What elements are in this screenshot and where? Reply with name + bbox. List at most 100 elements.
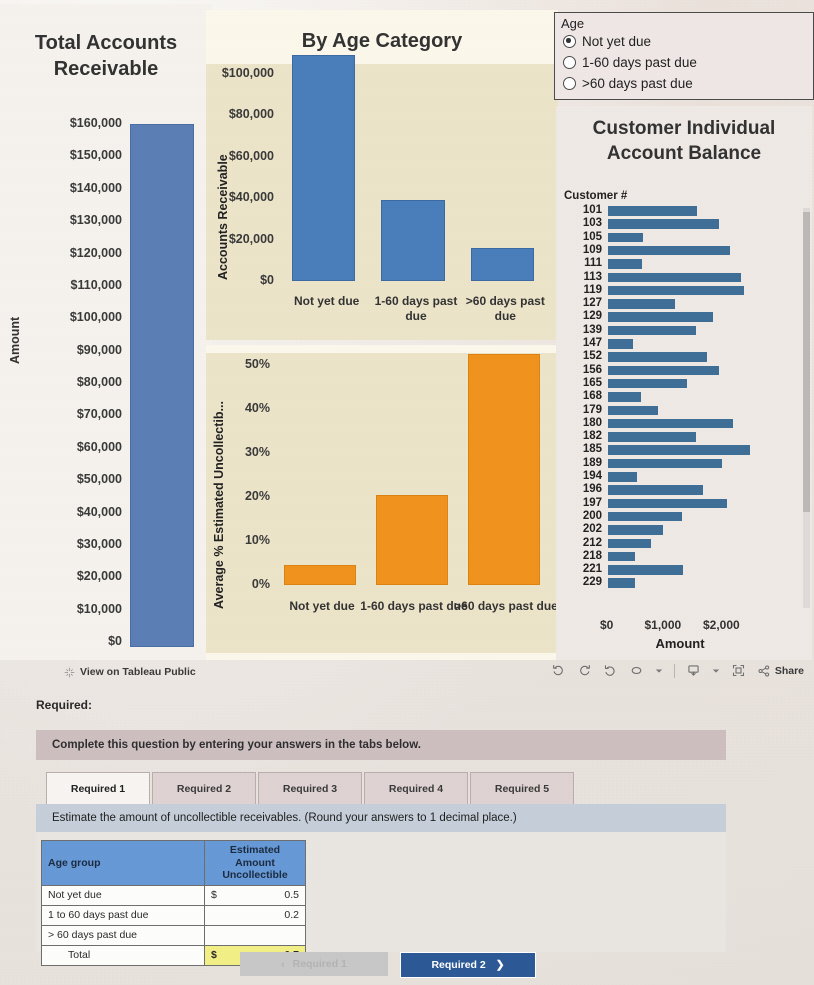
tab-required-2[interactable]: Required 2 (152, 772, 256, 804)
revert-icon[interactable] (603, 663, 618, 678)
customer-bar-row[interactable]: 101 (556, 204, 804, 217)
customer-bar-row[interactable]: 229 (556, 576, 804, 589)
customer-balance-bar[interactable] (608, 232, 643, 243)
customer-balance-bar[interactable] (608, 511, 682, 522)
age-bar[interactable] (292, 55, 356, 281)
estimated-amount-cell[interactable] (204, 924, 306, 946)
customer-balance-bar[interactable] (608, 485, 703, 495)
question-instruction-text: Estimate the amount of uncollectible rec… (52, 812, 517, 824)
customer-bar-row[interactable]: 127 (556, 297, 804, 310)
customer-balance-bar[interactable] (608, 565, 683, 575)
customer-bar-row[interactable]: 179 (556, 404, 804, 417)
radio-button-icon[interactable] (563, 56, 576, 69)
age-filter-option[interactable]: >60 days past due (563, 74, 693, 93)
customer-balance-bar[interactable] (608, 432, 696, 442)
estimated-amount-cell[interactable]: $0.5 (204, 884, 306, 906)
customer-bar-row[interactable]: 147 (556, 337, 804, 350)
undo-icon[interactable] (551, 663, 566, 678)
customer-bar-row[interactable]: 156 (556, 364, 804, 377)
answer-area: Age group Estimated Amount Uncollectible… (36, 832, 726, 966)
radio-button-icon[interactable] (563, 35, 576, 48)
customer-bar-row[interactable]: 165 (556, 377, 804, 390)
customer-balance-bar[interactable] (608, 445, 750, 455)
download-icon[interactable] (686, 663, 701, 678)
refresh-icon[interactable] (629, 663, 644, 678)
customer-bar-row[interactable]: 139 (556, 324, 804, 337)
pct-bar[interactable] (284, 565, 356, 585)
tab-required-5[interactable]: Required 5 (470, 772, 574, 804)
customer-bar-row[interactable]: 218 (556, 550, 804, 563)
customer-balance-bar[interactable] (608, 259, 642, 269)
caret-down-icon[interactable] (655, 667, 663, 675)
age-filter-option[interactable]: Not yet due (563, 32, 651, 51)
customer-balance-bar[interactable] (608, 299, 675, 309)
previous-required-button[interactable]: ‹ Required 1 (240, 952, 388, 976)
customer-bar-row[interactable]: 197 (556, 497, 804, 510)
customer-balance-bar[interactable] (608, 538, 651, 549)
customer-bar-row[interactable]: 152 (556, 350, 804, 363)
customer-bar-row[interactable]: 109 (556, 244, 804, 257)
customer-balance-bar[interactable] (608, 578, 635, 588)
col-age-group: Age group (41, 840, 205, 886)
age-bar[interactable] (470, 248, 534, 281)
customer-bar-row[interactable]: 111 (556, 257, 804, 270)
customer-balance-bar[interactable] (608, 219, 719, 229)
customer-balance-bar[interactable] (608, 272, 741, 283)
customer-bar-row[interactable]: 182 (556, 430, 804, 443)
age-bar-group: Not yet due 1-60 days past due >60 days pa… (282, 55, 550, 323)
customer-bar-row[interactable]: 103 (556, 217, 804, 230)
customer-balance-bar[interactable] (608, 498, 727, 509)
pct-bar[interactable] (468, 354, 540, 585)
customer-bar-row[interactable]: 168 (556, 390, 804, 403)
age-filter-option[interactable]: 1-60 days past due (563, 53, 697, 72)
customer-balance-bar[interactable] (608, 551, 635, 562)
customer-bar-row[interactable]: 113 (556, 271, 804, 284)
customer-balance-bar[interactable] (608, 339, 633, 349)
customer-bar-row[interactable]: 119 (556, 284, 804, 297)
customer-bar-row[interactable]: 212 (556, 537, 804, 550)
fullscreen-icon[interactable] (731, 663, 746, 678)
next-required-button[interactable]: Required 2 ❯ (400, 952, 536, 978)
customer-balance-bar[interactable] (608, 378, 687, 389)
pct-bar[interactable] (376, 495, 448, 585)
customer-bar-row[interactable]: 196 (556, 483, 804, 496)
customer-bar-row[interactable]: 221 (556, 563, 804, 576)
customer-balance-bar[interactable] (608, 525, 663, 535)
customer-balance-bar[interactable] (608, 285, 744, 296)
customer-number-header: Customer # (564, 190, 628, 202)
customer-balance-bar[interactable] (608, 458, 722, 469)
total-ar-bar[interactable] (130, 124, 194, 647)
customer-bar-row[interactable]: 200 (556, 510, 804, 523)
tab-required-3[interactable]: Required 3 (258, 772, 362, 804)
customer-bar-row[interactable]: 189 (556, 457, 804, 470)
radio-button-icon[interactable] (563, 77, 576, 90)
estimated-amount-cell[interactable]: 0.2 (204, 904, 306, 926)
customer-number-label: 229 (582, 576, 602, 589)
age-bar[interactable] (381, 200, 445, 281)
customer-bar-row[interactable]: 129 (556, 310, 804, 323)
customer-balance-bar[interactable] (608, 352, 707, 362)
share-button[interactable]: Share (757, 664, 804, 678)
customer-list-scrollbar[interactable] (803, 208, 810, 608)
customer-bar-row[interactable]: 105 (556, 231, 804, 244)
download-caret-down-icon[interactable] (712, 667, 720, 675)
pct-y-axis-label: Average % Estimated Uncollectib... (212, 401, 226, 609)
customer-balance-bar[interactable] (608, 245, 730, 256)
customer-bar-row[interactable]: 202 (556, 523, 804, 536)
customer-balance-bar[interactable] (608, 472, 637, 482)
customer-balance-bar[interactable] (608, 365, 719, 376)
redo-icon[interactable] (577, 663, 592, 678)
customer-bar-row[interactable]: 194 (556, 470, 804, 483)
customer-balance-bar[interactable] (608, 405, 658, 416)
tab-required-1[interactable]: Required 1 (46, 772, 150, 804)
view-on-tableau-public-link[interactable]: View on Tableau Public (64, 666, 196, 678)
customer-balance-bar[interactable] (608, 392, 641, 402)
customer-bar-row[interactable]: 185 (556, 443, 804, 456)
customer-balance-bar[interactable] (608, 325, 696, 336)
customer-bar-row[interactable]: 180 (556, 417, 804, 430)
customer-balance-bar[interactable] (608, 312, 713, 322)
total-ar-tick: $60,000 (76, 439, 122, 454)
tab-required-4[interactable]: Required 4 (364, 772, 468, 804)
customer-balance-bar[interactable] (608, 418, 733, 429)
customer-balance-bar[interactable] (608, 206, 697, 216)
